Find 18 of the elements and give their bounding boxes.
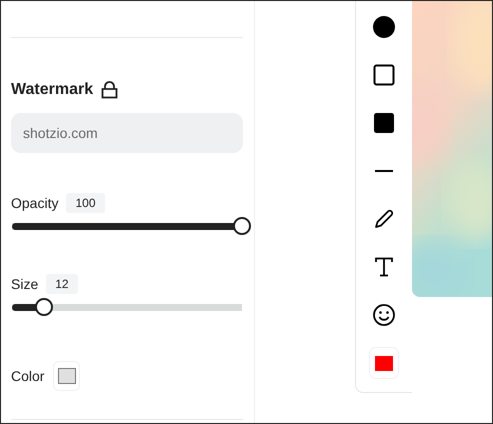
- lock-icon: [101, 81, 118, 99]
- color-swatch-button[interactable]: [53, 361, 80, 391]
- text-tool-icon[interactable]: [372, 255, 396, 279]
- slider-value: 100: [66, 193, 104, 213]
- slider-value: 12: [46, 274, 78, 294]
- slider-label: Size: [11, 276, 38, 292]
- slider-label: Opacity: [11, 195, 58, 211]
- slider-thumb[interactable]: [35, 298, 54, 316]
- circle-icon[interactable]: [372, 15, 396, 39]
- watermark-text-field[interactable]: shotzio.com: [11, 113, 243, 153]
- color-label: Color: [11, 368, 44, 384]
- section-title: Watermark: [11, 81, 94, 99]
- smiley-icon[interactable]: [372, 303, 396, 327]
- square-icon[interactable]: [372, 63, 396, 87]
- filled-square-icon[interactable]: [372, 111, 396, 135]
- pencil-icon[interactable]: [372, 207, 396, 231]
- slider-thumb[interactable]: [233, 217, 251, 235]
- color-swatch-button[interactable]: [369, 347, 399, 379]
